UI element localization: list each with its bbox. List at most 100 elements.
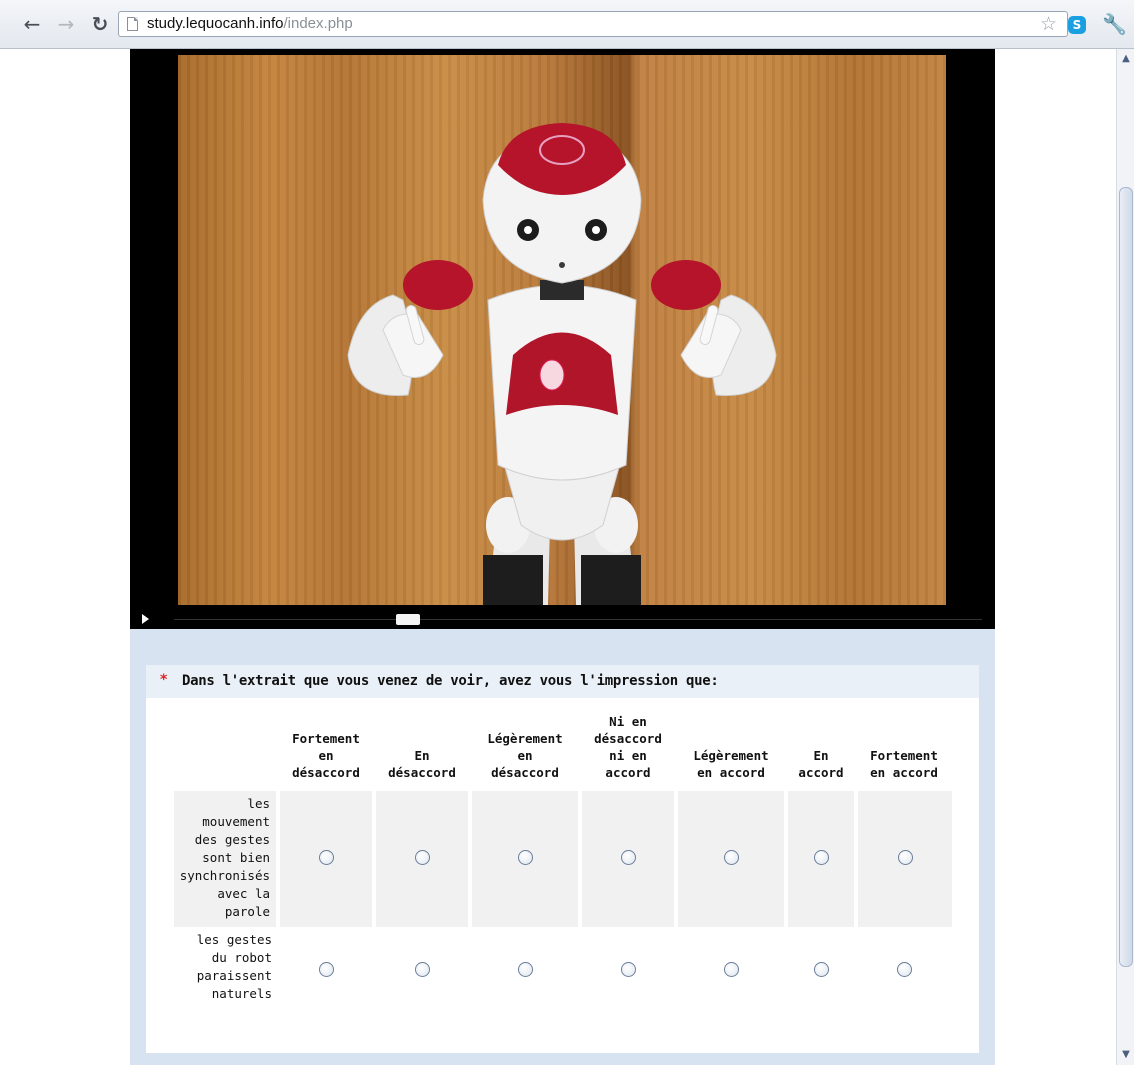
radio-cell[interactable] [278, 927, 374, 1015]
skype-icon[interactable]: S [1068, 16, 1086, 34]
row-label-line: naturels [211, 986, 272, 1001]
column-header-line: en [517, 748, 533, 763]
row-label-line: sont bien [202, 850, 270, 865]
radio-button[interactable] [318, 961, 334, 977]
radio-cell[interactable] [784, 791, 856, 927]
radio-button[interactable] [620, 849, 636, 865]
radio-cell[interactable] [470, 927, 580, 1015]
column-header: Fortement en accord [856, 713, 952, 791]
forward-arrow-icon[interactable]: → [54, 12, 78, 36]
survey-page: * Dans l'extrait que vous venez de voir,… [130, 49, 995, 1065]
video-frame[interactable] [178, 55, 946, 605]
radio-cell[interactable] [676, 927, 786, 1015]
matrix-row: les mouvement des gestes sont bien synchroni… [174, 791, 952, 927]
radio-button[interactable] [723, 961, 739, 977]
column-header-line: Fortement [870, 748, 938, 763]
radio-cell[interactable] [854, 791, 952, 927]
column-header-line: Légèrement [487, 731, 563, 746]
scrollbar[interactable]: ▲ ▼ [1116, 49, 1134, 1065]
rating-matrix: Fortement en désaccord En désaccord Légèrem… [174, 713, 952, 1015]
question-header: * Dans l'extrait que vous venez de voir,… [146, 665, 979, 698]
column-header-line: en [318, 748, 334, 763]
radio-button[interactable] [896, 961, 912, 977]
column-header-line: ni en [609, 748, 647, 763]
radio-cell[interactable] [578, 791, 676, 927]
radio-button[interactable] [517, 849, 533, 865]
video-player[interactable] [130, 49, 995, 629]
row-label-line: parole [224, 904, 270, 919]
column-header: En accord [786, 713, 856, 791]
row-label-line: du robot [211, 950, 272, 965]
radio-button[interactable] [723, 849, 739, 865]
radio-button[interactable] [813, 849, 829, 865]
column-header: En désaccord [374, 713, 470, 791]
column-header-line: accord [798, 765, 844, 780]
column-header-line: désaccord [594, 731, 662, 746]
radio-cell[interactable] [674, 791, 786, 927]
column-header: Légèrement en accord [676, 713, 786, 791]
column-header: Légèrement en désaccord [470, 713, 580, 791]
row-label: les gestes du robot paraissent naturels [174, 927, 278, 1015]
required-marker: * [160, 672, 168, 688]
matrix-header-row: Fortement en désaccord En désaccord Légèrem… [174, 713, 952, 791]
radio-button[interactable] [813, 961, 829, 977]
page-viewport: * Dans l'extrait que vous venez de voir,… [0, 49, 1116, 1065]
radio-button[interactable] [414, 849, 430, 865]
back-arrow-icon[interactable]: ← [20, 12, 44, 36]
column-header-line: désaccord [292, 765, 360, 780]
column-header-line: Ni en [609, 714, 647, 729]
column-header-line: en accord [697, 765, 765, 780]
page-icon [127, 17, 138, 31]
radio-cell[interactable] [580, 927, 676, 1015]
column-header-line: accord [605, 765, 651, 780]
row-label-line: les [247, 796, 270, 811]
address-bar[interactable]: study.lequocanh.info/index.php ☆ [118, 11, 1068, 37]
row-label-line: mouvement [202, 814, 270, 829]
column-header: Fortement en désaccord [278, 713, 374, 791]
star-icon[interactable]: ☆ [1040, 13, 1057, 35]
radio-cell[interactable] [374, 927, 470, 1015]
radio-cell[interactable] [468, 791, 580, 927]
row-label-line: les gestes [196, 932, 272, 947]
scroll-up-icon[interactable]: ▲ [1119, 52, 1133, 66]
column-header-line: Légèrement [693, 748, 769, 763]
seek-handle[interactable] [396, 614, 421, 625]
column-header-line: désaccord [491, 765, 559, 780]
row-label-line: paraissent [196, 968, 272, 983]
row-label-line: avec la [217, 886, 270, 901]
video-controls [130, 609, 995, 629]
column-header-line: En [414, 748, 430, 763]
column-header-line: En [813, 748, 829, 763]
wrench-icon[interactable]: 🔧 [1102, 12, 1127, 36]
play-icon[interactable] [142, 614, 149, 624]
row-label-line: synchronisés [179, 868, 270, 883]
column-header-line: désaccord [388, 765, 456, 780]
radio-button[interactable] [318, 849, 334, 865]
radio-button[interactable] [897, 849, 913, 865]
row-label-line: des gestes [194, 832, 270, 847]
radio-button[interactable] [620, 961, 636, 977]
column-header-line: Fortement [292, 731, 360, 746]
url-host: study.lequocanh.info [147, 15, 284, 32]
browser-toolbar: ← → ↻ study.lequocanh.info/index.php ☆ S… [0, 0, 1134, 49]
url-path: /index.php [283, 15, 353, 32]
column-header-line: en accord [870, 765, 938, 780]
question-text: Dans l'extrait que vous venez de voir, a… [182, 673, 719, 689]
robot-video-still [347, 123, 777, 605]
url-text[interactable]: study.lequocanh.info/index.php [147, 15, 353, 32]
matrix-row: les gestes du robot paraissent naturels [174, 927, 952, 1015]
question-panel: * Dans l'extrait que vous venez de voir,… [146, 665, 979, 1053]
scroll-down-icon[interactable]: ▼ [1119, 1048, 1133, 1062]
column-header: Ni en désaccord ni en accord [580, 713, 676, 791]
radio-cell[interactable] [372, 791, 470, 927]
radio-cell[interactable] [786, 927, 856, 1015]
radio-button[interactable] [414, 961, 430, 977]
radio-cell[interactable] [856, 927, 952, 1015]
radio-button[interactable] [517, 961, 533, 977]
reload-icon[interactable]: ↻ [88, 12, 112, 36]
scrollbar-thumb[interactable] [1119, 187, 1133, 967]
seek-bar[interactable] [174, 619, 982, 620]
matrix-corner [174, 713, 278, 791]
radio-cell[interactable] [276, 791, 374, 927]
row-label: les mouvement des gestes sont bien synchroni… [174, 791, 278, 927]
